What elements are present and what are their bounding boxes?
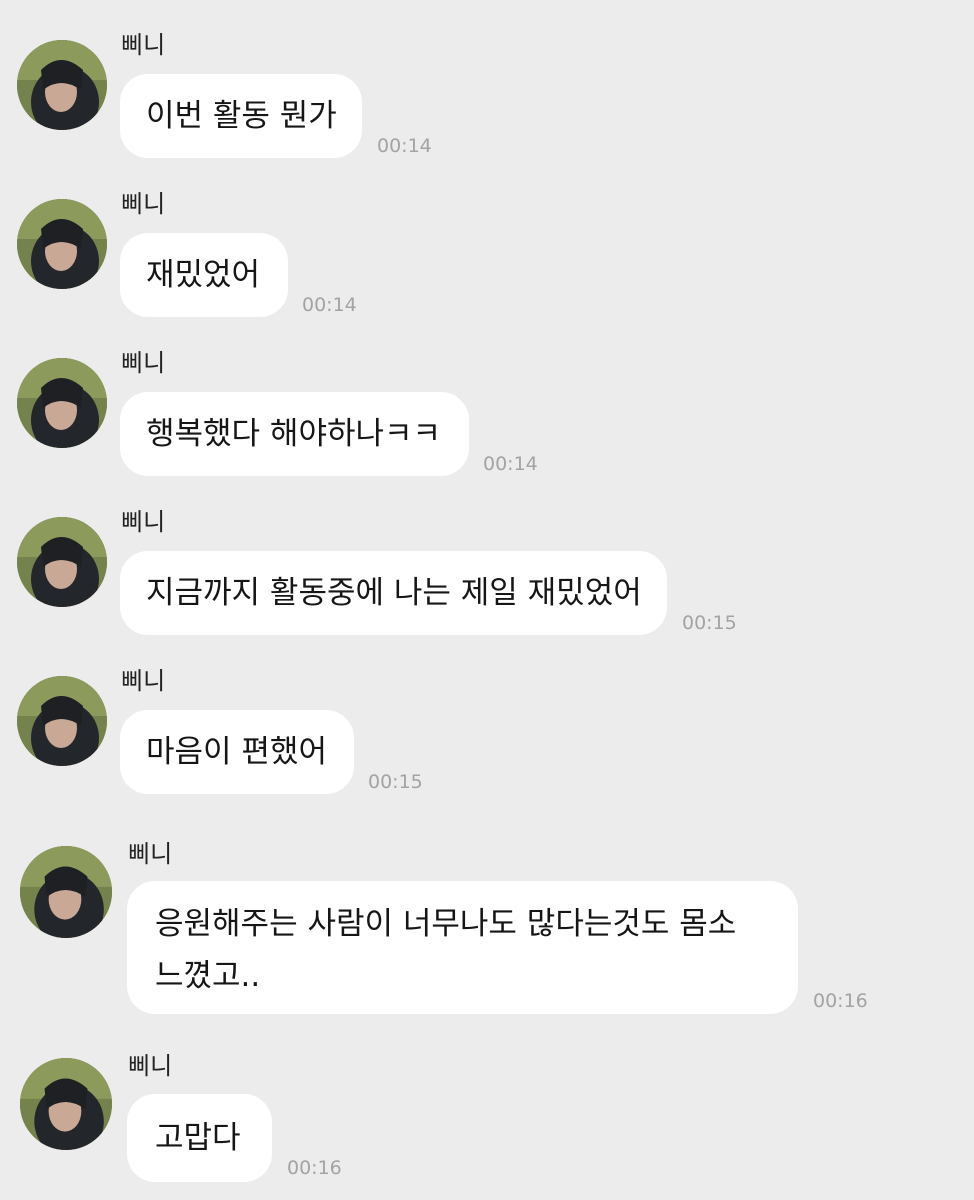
sender-name: 삐니 (121, 508, 166, 536)
sender-name: 삐니 (121, 190, 166, 218)
message-text: 지금까지 활동중에 나는 제일 재밌었어 (146, 575, 642, 611)
avatar[interactable] (20, 1058, 112, 1150)
message-bubble[interactable]: 행복했다 해야하나ㅋㅋ (120, 392, 469, 476)
chat-thread: 삐니 이번 활동 뭔가 00:14 삐니 재밌었어 00:14 삐니 행복했다 … (0, 0, 974, 1200)
avatar[interactable] (17, 358, 107, 448)
avatar[interactable] (20, 846, 112, 938)
message-bubble[interactable]: 고맙다 (127, 1094, 272, 1182)
message-timestamp: 00:16 (287, 1157, 342, 1179)
profile-photo-icon (20, 1058, 112, 1150)
message-text-line: 느꼈고.. (155, 958, 261, 994)
message-timestamp: 00:14 (377, 135, 432, 157)
profile-photo-icon (20, 846, 112, 938)
avatar[interactable] (17, 199, 107, 289)
avatar[interactable] (17, 676, 107, 766)
sender-name: 삐니 (121, 31, 166, 59)
message-text: 재밌었어 (146, 257, 261, 293)
message-text: 이번 활동 뭔가 (146, 98, 337, 134)
message-timestamp: 00:14 (302, 294, 357, 316)
message-bubble[interactable]: 재밌었어 (120, 233, 288, 317)
message-timestamp: 00:15 (682, 612, 737, 634)
profile-photo-icon (17, 676, 107, 766)
avatar[interactable] (17, 40, 107, 130)
sender-name: 삐니 (121, 349, 166, 377)
message-timestamp: 00:15 (368, 771, 423, 793)
message-bubble[interactable]: 마음이 편했어 (120, 710, 354, 794)
message-text: 행복했다 해야하나ㅋㅋ (146, 416, 442, 452)
profile-photo-icon (17, 358, 107, 448)
message-bubble[interactable]: 이번 활동 뭔가 (120, 74, 362, 158)
message-timestamp: 00:16 (813, 990, 868, 1012)
message-text-line: 응원해주는 사람이 너무나도 많다는것도 몸소 (155, 906, 737, 942)
avatar[interactable] (17, 517, 107, 607)
message-timestamp: 00:14 (483, 453, 538, 475)
profile-photo-icon (17, 199, 107, 289)
message-bubble[interactable]: 지금까지 활동중에 나는 제일 재밌었어 (120, 551, 667, 635)
sender-name: 삐니 (128, 840, 173, 868)
message-text: 마음이 편했어 (146, 734, 327, 770)
message-bubble[interactable]: 응원해주는 사람이 너무나도 많다는것도 몸소 느꼈고.. (127, 881, 798, 1014)
profile-photo-icon (17, 517, 107, 607)
message-text: 고맙다 (155, 1120, 241, 1156)
sender-name: 삐니 (128, 1052, 173, 1080)
profile-photo-icon (17, 40, 107, 130)
sender-name: 삐니 (121, 667, 166, 695)
